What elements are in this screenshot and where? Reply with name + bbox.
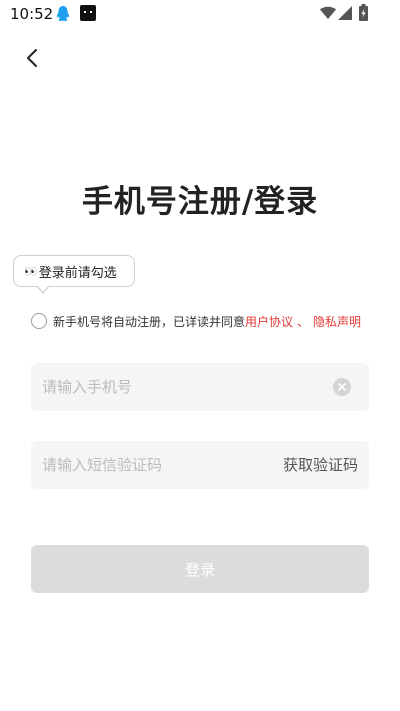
agree-tooltip: 👀 登录前请勾选 [13, 255, 135, 287]
privacy-link[interactable]: 隐私声明 [313, 313, 361, 330]
phone-field [31, 363, 369, 411]
tooltip-text: 登录前请勾选 [38, 265, 117, 281]
clear-icon[interactable] [333, 378, 351, 396]
user-agreement-link[interactable]: 用户协议 [245, 313, 293, 330]
status-bar: 10:52 [0, 0, 400, 28]
back-button[interactable] [18, 44, 46, 72]
status-time: 10:52 [10, 5, 54, 23]
wifi-icon [320, 6, 336, 19]
close-icon [338, 383, 346, 391]
page-title: 手机号注册/登录 [81, 184, 319, 220]
code-field: 获取验证码 [31, 441, 369, 489]
signal-icon [338, 6, 352, 20]
agreement-separator: 、 [297, 314, 310, 329]
login-button[interactable]: 登录 [31, 545, 369, 593]
agree-checkbox[interactable] [31, 313, 47, 329]
qq-icon [56, 6, 70, 21]
app-icon [80, 5, 96, 21]
get-code-button[interactable]: 获取验证码 [283, 441, 358, 489]
agreement-row: 新手机号将自动注册，已详读并同意 用户协议 、 隐私声明 [31, 311, 361, 331]
battery-icon [359, 4, 368, 21]
eyes-icon: 👀 [24, 264, 38, 278]
phone-input[interactable] [42, 363, 322, 411]
agreement-text: 新手机号将自动注册，已详读并同意 [53, 314, 246, 329]
tooltip-arrow-fill [37, 285, 49, 292]
sms-code-input[interactable] [42, 441, 262, 489]
chevron-left-icon [27, 49, 37, 67]
